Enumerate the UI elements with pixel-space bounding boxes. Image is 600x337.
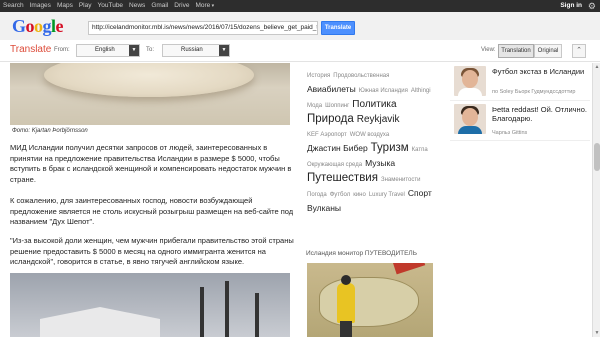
translated-page: Фото: Kjartan Þorbjörnsson МИД Исландии … — [0, 63, 592, 337]
tag-link[interactable]: кино — [353, 189, 366, 201]
tag-link[interactable]: Политика — [352, 99, 396, 111]
google-top-bar: Search Images Maps Play YouTube News Gma… — [0, 0, 600, 12]
tag-link[interactable]: Мода — [307, 100, 322, 112]
to-language-select[interactable]: Russian ▼ — [162, 44, 230, 57]
link-gmail[interactable]: Gmail — [151, 1, 168, 11]
top-bar-links: Search Images Maps Play YouTube News Gma… — [3, 1, 214, 11]
tag-link[interactable]: WOW воздуха — [350, 129, 389, 141]
news-thumbnail[interactable] — [454, 66, 486, 96]
link-news[interactable]: News — [129, 1, 145, 11]
view-label: View: — [481, 47, 496, 53]
tag-link[interactable]: Спорт — [408, 187, 432, 199]
tag-link[interactable]: Погода — [307, 189, 327, 201]
view-original-button[interactable]: Original — [534, 44, 562, 58]
scrollbar-thumb[interactable] — [594, 143, 600, 171]
tag-cloud: История ПродовольственнаяАвиабилеты Южная … — [307, 67, 442, 214]
translate-header: Google http://icelandmonitor.mbl.is/news… — [0, 12, 600, 40]
scroll-down-icon[interactable]: ▼ — [593, 329, 600, 337]
tag-link[interactable]: История — [307, 70, 330, 82]
photo-tree — [200, 287, 204, 337]
url-input[interactable]: http://icelandmonitor.mbl.is/news/news/2… — [88, 21, 318, 35]
from-label: From: — [54, 47, 70, 53]
tag-link[interactable]: Reykjavik — [357, 114, 400, 126]
translate-toolbar: Translate From: English ▼ To: Russian ▼ … — [0, 40, 600, 62]
tag-link[interactable]: Футбол — [330, 189, 350, 201]
chevron-down-icon: ▼ — [129, 45, 139, 56]
tag-link[interactable]: Althingi — [411, 85, 431, 97]
article-photo — [10, 63, 290, 125]
link-drive[interactable]: Drive — [174, 1, 189, 11]
map-island — [319, 277, 419, 327]
scroll-up-icon[interactable]: ▲ — [593, 63, 600, 71]
to-label: To: — [146, 47, 155, 53]
photo-building — [40, 307, 160, 337]
tag-link[interactable]: Музыка — [365, 157, 395, 169]
tag-link[interactable]: Авиабилеты — [307, 83, 356, 95]
guide-title[interactable]: Исландия монитор ПУТЕВОДИТЕЛЬ — [306, 250, 417, 257]
news-byline: по Soley Бьорк Гудмундссдоттир — [492, 89, 576, 95]
vertical-scrollbar[interactable]: ▲ ▼ — [592, 63, 600, 337]
to-language-value: Russian — [181, 47, 203, 53]
news-thumbnail[interactable] — [454, 104, 486, 134]
tag-link[interactable]: KEF Аэропорт — [307, 129, 347, 141]
google-logo[interactable]: Google — [12, 16, 64, 37]
from-language-select[interactable]: English ▼ — [76, 44, 140, 57]
link-search[interactable]: Search — [3, 1, 24, 11]
translate-button[interactable]: Translate — [321, 21, 355, 35]
photo-tree — [225, 281, 229, 337]
collapse-icon[interactable]: ⌃ — [572, 44, 586, 58]
tag-link[interactable]: Продовольственная — [333, 70, 389, 82]
news-title[interactable]: Футбол экстаз в Исландии — [492, 67, 588, 76]
tag-link[interactable]: Luxury Travel — [369, 189, 405, 201]
link-play[interactable]: Play — [79, 1, 92, 11]
map-person — [337, 275, 355, 337]
link-images[interactable]: Images — [30, 1, 51, 11]
link-more[interactable]: More — [195, 1, 214, 11]
news-title[interactable]: Þetta reddast! Ой. Отлично. Благодарю. — [492, 105, 588, 123]
tag-link[interactable]: Джастин Бибер — [307, 142, 368, 154]
tag-link[interactable]: Катпа — [412, 144, 428, 156]
sign-in-link[interactable]: Sign in — [560, 1, 582, 11]
tag-link[interactable]: Природа — [307, 113, 354, 125]
gear-icon[interactable]: ⚙ — [588, 1, 596, 11]
translate-title: Translate — [10, 44, 52, 55]
view-translation-button[interactable]: Translation — [498, 44, 534, 58]
article-photo-2 — [10, 273, 290, 337]
article-paragraph-2: К сожалению, для заинтересованных господ… — [10, 196, 294, 226]
news-item[interactable]: Þetta reddast! Ой. Отлично. Благодарю. Ч… — [450, 101, 590, 141]
photo-caption: Фото: Kjartan Þorbjörnsson — [12, 128, 88, 134]
tag-link[interactable]: Туризм — [371, 142, 409, 154]
tag-link[interactable]: Путешествия — [307, 172, 378, 184]
tag-link[interactable]: Южная Исландия — [359, 85, 408, 97]
news-item[interactable]: Футбол экстаз в Исландии по Soley Бьорк … — [450, 63, 590, 101]
link-youtube[interactable]: YouTube — [98, 1, 124, 11]
news-sidebar: Футбол экстаз в Исландии по Soley Бьорк … — [450, 63, 590, 141]
tag-link[interactable]: Знаменитости — [381, 174, 421, 186]
article-paragraph-1: МИД Исландии получил десятки запросов от… — [10, 143, 292, 184]
map-banner — [393, 263, 426, 275]
tag-link[interactable]: Шоппинг — [325, 100, 349, 112]
tag-link[interactable]: Вулканы — [307, 202, 341, 214]
news-byline: Чарльз Gittins — [492, 130, 528, 136]
article-paragraph-3: "Из-за высокой доли женщин, чем мужчин п… — [10, 236, 294, 266]
link-maps[interactable]: Maps — [57, 1, 73, 11]
from-language-value: English — [95, 47, 115, 53]
photo-tree — [255, 293, 259, 337]
chevron-down-icon: ▼ — [219, 45, 229, 56]
guide-image[interactable] — [307, 263, 433, 337]
photo-object — [44, 63, 254, 97]
tag-link[interactable]: Окружающая среда — [307, 159, 362, 171]
